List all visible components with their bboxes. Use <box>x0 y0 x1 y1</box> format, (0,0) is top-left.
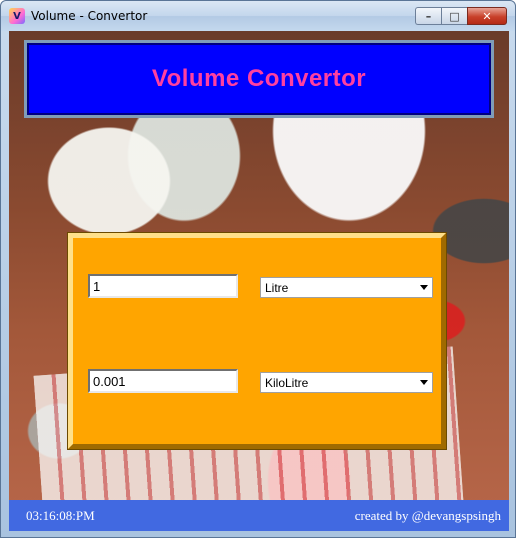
app-icon: V <box>9 8 25 24</box>
maximize-icon: □ <box>449 9 460 23</box>
status-bar: 03:16:08:PM created by @devangspsingh <box>9 500 509 531</box>
chevron-down-icon <box>420 380 428 385</box>
status-credit: created by @devangspsingh <box>354 507 501 523</box>
maximize-button[interactable]: □ <box>441 7 467 25</box>
close-button[interactable]: ✕ <box>467 7 507 25</box>
client-area: Volume Convertor 1 Litre 0.001 KiloLitre… <box>9 31 509 531</box>
minimize-button[interactable]: – <box>415 7 441 25</box>
title-bar[interactable]: V Volume - Convertor – □ ✕ <box>1 1 515 31</box>
close-icon: ✕ <box>482 9 492 23</box>
input-unit-label: Litre <box>265 280 289 295</box>
input-value-field[interactable]: 1 <box>88 274 238 298</box>
input-unit-select[interactable]: Litre <box>260 277 433 298</box>
page-title: Volume Convertor <box>151 65 367 92</box>
chevron-down-icon <box>420 285 428 290</box>
output-unit-label: KiloLitre <box>265 375 309 390</box>
status-time: 03:16:08:PM <box>26 507 95 523</box>
header-banner: Volume Convertor <box>24 40 494 118</box>
window-controls: – □ ✕ <box>415 7 507 25</box>
app-window: V Volume - Convertor – □ ✕ Volume Conver… <box>0 0 516 538</box>
converter-panel: 1 Litre 0.001 KiloLitre <box>68 233 446 449</box>
output-unit-select[interactable]: KiloLitre <box>260 372 433 393</box>
window-title: Volume - Convertor <box>31 9 148 23</box>
output-value-field[interactable]: 0.001 <box>88 369 238 393</box>
minimize-icon: – <box>425 9 432 23</box>
